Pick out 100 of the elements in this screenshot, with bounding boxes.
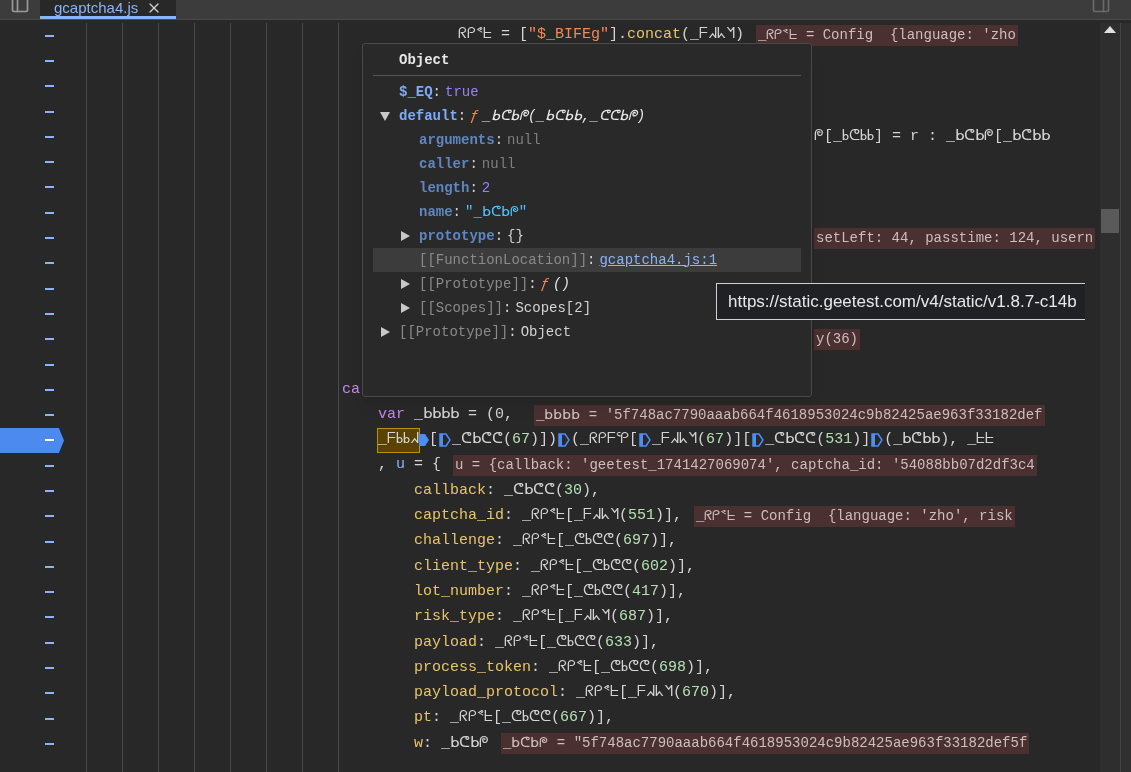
function-sign: ƒ	[470, 106, 479, 126]
property-value: 2	[481, 178, 491, 198]
property-row[interactable]: caller: null	[373, 152, 801, 176]
collapsed-triangle-icon[interactable]	[399, 278, 411, 290]
code-text: ),	[582, 480, 601, 501]
keyword: var	[378, 404, 405, 425]
property-key: prototype	[415, 225, 495, 247]
property-name: challenge	[414, 531, 495, 552]
expanded-triangle-icon[interactable]	[379, 110, 391, 122]
code-text: )])	[530, 430, 558, 451]
property-row[interactable]: [[Prototype]]: Object	[373, 320, 801, 344]
colon: :	[457, 106, 467, 126]
inline-value: _ᖇᑭᕝᖶ = Config {language: 'zho	[756, 25, 1018, 47]
step-marker-icon[interactable]	[558, 433, 571, 448]
code-text: : _ᖇᑭᕝᖶ[_ᕦᖯᕦᕦ(	[531, 657, 660, 678]
code-text: )],	[646, 607, 674, 628]
property-value: Object	[520, 322, 572, 342]
collapsed-triangle-icon[interactable]	[379, 326, 391, 338]
property-row[interactable]: arguments: null	[373, 128, 801, 152]
number-literal: 697	[623, 531, 651, 552]
code-text: : _ᖇᑭᕝᖶ[_ᕦᖯᕦᕦ(	[513, 556, 642, 577]
number-literal: 30	[564, 480, 583, 501]
colon: :	[469, 178, 478, 198]
code-text: )],	[632, 632, 660, 653]
code-text: : _ᖇᑭᕝᖶ[_ᕦᖯᕦᕦ(	[477, 632, 606, 653]
step-marker-icon[interactable]	[752, 433, 765, 448]
number-literal: 687	[619, 607, 647, 628]
code-text: )][	[724, 430, 752, 451]
code-text: )],	[659, 581, 687, 602]
property-row[interactable]: default: ƒ _ᖯᕦᖯᖘ(_ᖯᕦᖯᖯ,_ᕦᕦᖯᖘ)	[373, 104, 801, 128]
colon: :	[494, 130, 504, 150]
code-text: : _ᖇᑭᕝᖶ[_ᖴᖽᖾᖿ(	[558, 683, 683, 704]
code-text: _ᕦᖯᕦᕦ(	[765, 430, 826, 451]
property-key: $_EQ	[395, 81, 433, 103]
property-key: [[Prototype]]	[395, 321, 509, 343]
property-row[interactable]: [[FunctionLocation]]: gcaptcha4.js:1	[373, 248, 801, 272]
code-text: : _ᖯᕦᖯᖘ	[423, 733, 490, 754]
code-text: (_ᖯᕦᖯᖯ), _ᖶᖶ	[884, 430, 995, 451]
string-literal: "$_BIFEg"	[528, 25, 610, 46]
url-tooltip: https://static.geetest.com/v4/static/v1.8.7-c14b	[716, 283, 1085, 320]
code-text: : _ᖇᑭᕝᖶ[_ᖴᖽᖾᖿ(	[495, 607, 620, 628]
property-name: payload	[414, 632, 477, 653]
code-text: )]	[852, 430, 871, 451]
collapsed-triangle-icon[interactable]	[399, 302, 411, 314]
keyword: ca	[342, 379, 360, 400]
property-name: callback	[414, 480, 486, 501]
step-marker-icon[interactable]	[871, 433, 884, 448]
inline-value: _ᖯᕦᖯᖘ = "5f748ac7790aaab664f4618953024c9b82425ae963f33182def5f	[501, 733, 1030, 755]
colon: :	[528, 274, 537, 294]
scroll-up-arrow-icon[interactable]	[1104, 25, 1116, 33]
number-literal: 670	[682, 683, 710, 704]
number-literal: 633	[605, 632, 633, 653]
property-name: pt	[414, 708, 432, 729]
property-value[interactable]: gcaptcha4.js:1	[599, 249, 718, 271]
number-literal: 531	[825, 430, 853, 451]
variable-name: u	[396, 455, 406, 476]
inline-value: setLeft: 44, passtime: 124, usern	[814, 227, 1096, 249]
property-name: lot_number	[414, 581, 504, 602]
property-name: risk_type	[414, 607, 495, 628]
code-text: (_ᖇᑭᖴᕿ[	[571, 430, 639, 451]
property-key: [[Prototype]]	[415, 273, 529, 295]
code-text: _ᖯᖯᖯᖯ = (0,	[413, 404, 515, 425]
property-name: client_type	[414, 556, 514, 577]
code-text: : _ᖇᑭᕝᖶ[_ᕦᖯᕦᕦ(	[495, 531, 624, 552]
property-key: arguments	[415, 129, 495, 151]
property-value: {}	[507, 226, 524, 246]
code-text: _ᖴᖽᖾᖿ(	[652, 430, 707, 451]
property-key: length	[415, 177, 470, 199]
popup-title: Object	[399, 52, 450, 68]
property-row[interactable]: name: "_ᖯᕦᖯᖘ"	[373, 200, 801, 224]
number-literal: 417	[632, 581, 660, 602]
inline-value: u = {callback: 'geetest_1741427069074', captcha_id: '54088bb07d2df3c4	[453, 455, 1037, 477]
colon: :	[587, 250, 596, 270]
number-literal: 67	[512, 430, 531, 451]
property-row[interactable]: length: 2	[373, 176, 801, 200]
step-marker-icon[interactable]	[639, 433, 652, 448]
code-text: ᖘ[_ᖯᕦᖯᖯ] = r : _ᖯᕦᖯᖘ[_ᖯᕦᖯᖯ	[814, 126, 1051, 147]
property-row[interactable]: prototype: {}	[373, 224, 801, 248]
function-sign: ƒ	[540, 274, 550, 294]
scrollbar[interactable]	[1100, 23, 1120, 772]
code-text: )],	[686, 657, 714, 678]
code-text: ].	[609, 25, 628, 46]
panel-toggle-icon[interactable]	[1091, 0, 1111, 14]
property-key: [[FunctionLocation]]	[415, 249, 588, 271]
code-text: ᖇᑭᕝᖶ = [	[458, 25, 528, 46]
number-literal: 602	[641, 556, 669, 577]
property-name: captcha_id	[414, 506, 504, 527]
colon: :	[494, 226, 504, 246]
property-value: null	[481, 154, 516, 174]
property-key: name	[415, 201, 453, 223]
number-literal: 667	[560, 708, 588, 729]
scrollbar-thumb[interactable]	[1101, 209, 1119, 233]
colon: :	[508, 322, 517, 342]
step-marker-icon[interactable]	[439, 433, 452, 448]
collapsed-triangle-icon[interactable]	[399, 230, 411, 242]
inline-value: _ᖯᖯᖯᖯ = '5f748ac7790aaab664f4618953024c9b82425ae963f33182def	[534, 404, 1045, 426]
property-value: Scopes[2]	[515, 298, 592, 318]
property-row[interactable]: $_EQ: true	[373, 80, 801, 104]
sidebar-toggle-icon[interactable]	[10, 0, 30, 14]
file-tab[interactable]: gcaptcha4.js	[40, 0, 177, 19]
